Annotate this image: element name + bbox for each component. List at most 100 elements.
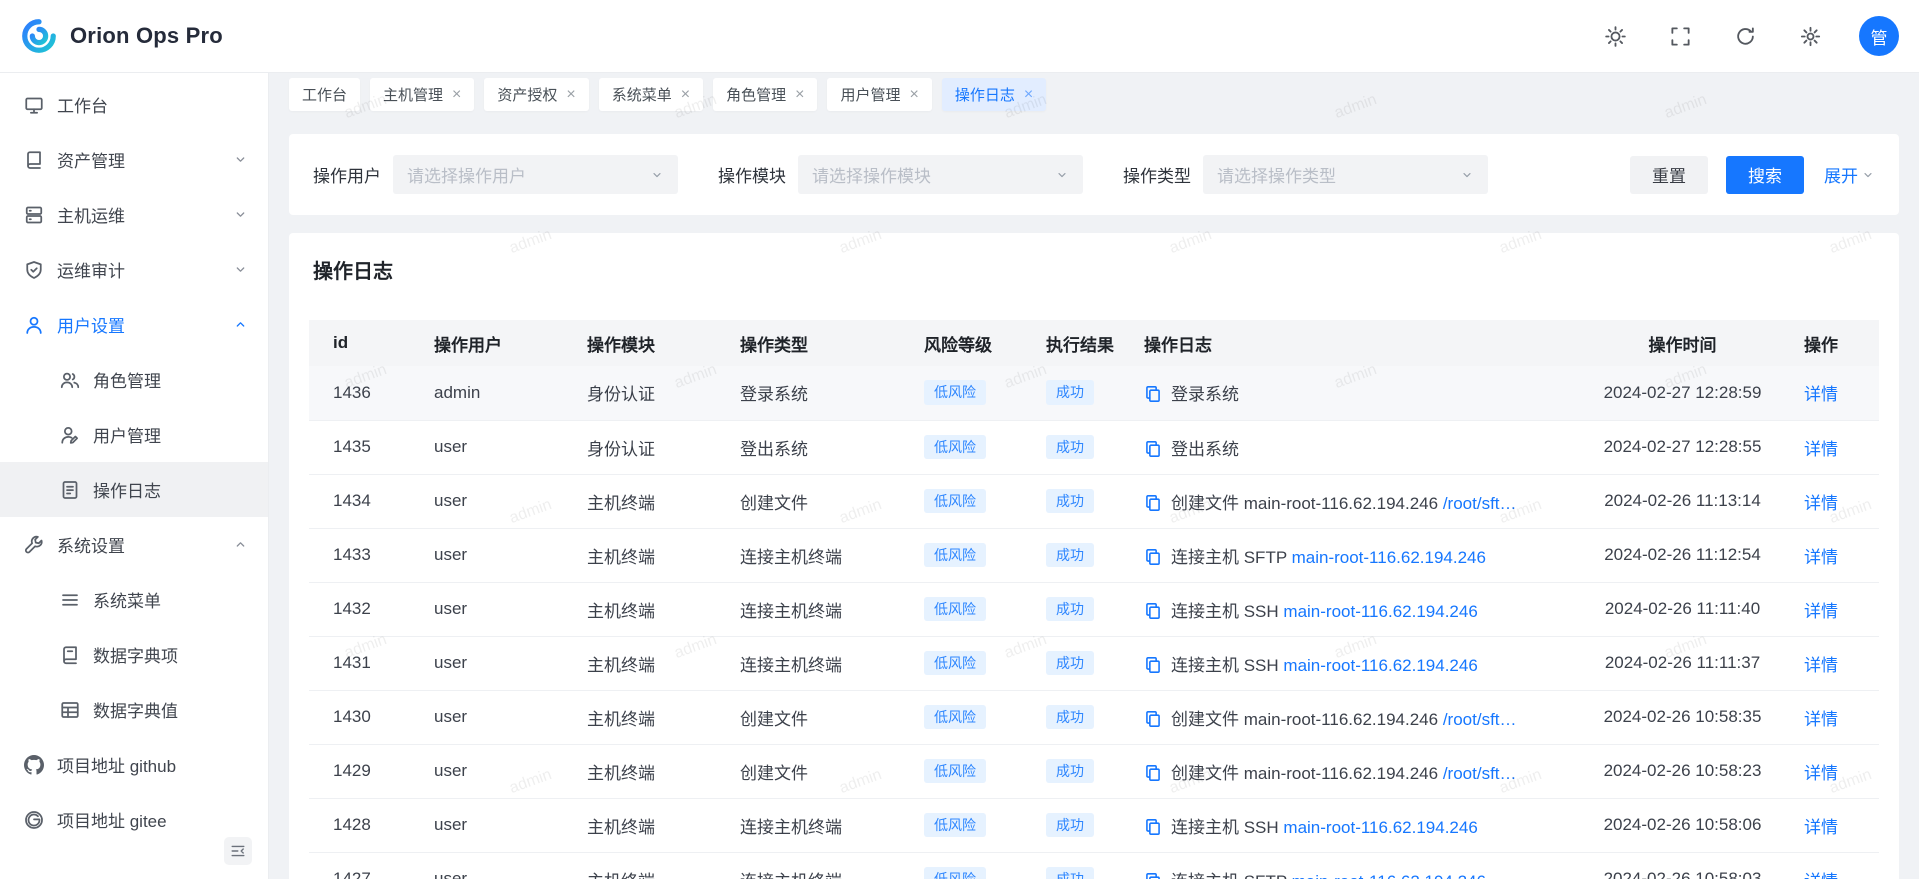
sidebar-item[interactable]: 资产管理 — [0, 132, 268, 187]
tab-label: 主机管理 — [383, 84, 443, 105]
sidebar-item-label: 资产管理 — [57, 147, 125, 172]
settings-button[interactable] — [1800, 26, 1821, 47]
cell-user: user — [422, 420, 575, 474]
tab-2[interactable]: 资产授权 × — [484, 78, 588, 111]
log-link[interactable]: main-root-116.62.194.246 — [1283, 602, 1477, 621]
log-link[interactable]: main-root-116.62.194.246 — [1283, 656, 1477, 675]
tab-4[interactable]: 角色管理× — [713, 78, 817, 111]
detail-link[interactable]: 详情 — [1804, 872, 1838, 879]
menu-icon — [60, 590, 80, 610]
detail-link[interactable]: 详情 — [1804, 710, 1838, 729]
shield-icon — [24, 260, 44, 280]
sidebar-item[interactable]: 工作台 — [0, 77, 268, 132]
sidebar-item-label: 系统菜单 — [93, 587, 161, 612]
risk-badge: 低风险 — [924, 651, 986, 676]
copy-icon — [1144, 548, 1162, 566]
filter-label-type: 操作类型 — [1123, 162, 1191, 187]
copy-icon — [1144, 710, 1162, 728]
table-row: 1436admin身份认证登录系统低风险成功登录系统2024-02-27 12:… — [309, 366, 1879, 420]
fullscreen-button[interactable] — [1670, 26, 1691, 47]
sidebar-item[interactable]: 角色管理 — [0, 352, 268, 407]
log-text: 连接主机 SSH — [1171, 656, 1283, 675]
cell-result: 成功 — [1034, 636, 1132, 690]
refresh-button[interactable] — [1735, 26, 1756, 47]
reset-button[interactable]: 重置 — [1630, 156, 1708, 194]
tab-5[interactable]: 用户管理 × — [827, 78, 931, 111]
sidebar-item[interactable]: 系统设置 — [0, 517, 268, 572]
result-badge: 成功 — [1046, 435, 1094, 460]
filter-select-user[interactable]: 请选择操作用户 — [393, 155, 678, 194]
cell-id: 1430 — [309, 690, 422, 744]
sidebar-item-label: 用户管理 — [93, 422, 161, 447]
tab-label: 用户管理 — [840, 84, 900, 105]
log-link[interactable]: /root/sft… — [1443, 494, 1517, 513]
sidebar-item[interactable]: 用户管理 — [0, 407, 268, 462]
filter-select-module[interactable]: 请选择操作模块 — [798, 155, 1083, 194]
sidebar-item[interactable]: 操作日志 — [0, 462, 268, 517]
sidebar-collapse-button[interactable] — [224, 837, 252, 865]
tab-6[interactable]: 操作日志× — [942, 78, 1046, 111]
cell-log: 创建文件 main-root-116.62.194.246 /root/sft… — [1132, 690, 1573, 744]
cell-result: 成功 — [1034, 744, 1132, 798]
detail-link[interactable]: 详情 — [1804, 764, 1838, 783]
chevron-up-icon — [233, 317, 248, 332]
sidebar-item[interactable]: 数据字典值 — [0, 682, 268, 737]
cell-result: 成功 — [1034, 690, 1132, 744]
fullscreen-icon — [1670, 26, 1691, 47]
log-link[interactable]: /root/sft… — [1443, 764, 1517, 783]
tab-close-icon[interactable]: × — [909, 87, 918, 103]
filter-select-type[interactable]: 请选择操作类型 — [1203, 155, 1488, 194]
app-logo-icon — [20, 17, 58, 55]
detail-link[interactable]: 详情 — [1804, 385, 1838, 404]
user-avatar[interactable]: 管 — [1859, 16, 1899, 56]
log-link[interactable]: main-root-116.62.194.246 — [1283, 818, 1477, 837]
tab-close-icon[interactable]: × — [795, 87, 804, 103]
tab-close-icon[interactable]: × — [1024, 87, 1033, 103]
risk-badge: 低风险 — [924, 489, 986, 514]
content-scroll[interactable]: 操作用户 请选择操作用户 操作模块 请选择操作模块 — [269, 116, 1919, 879]
log-link[interactable]: /root/sft… — [1443, 710, 1517, 729]
chevron-down-icon — [1055, 168, 1069, 182]
log-link[interactable]: main-root-116.62.194.246 — [1292, 872, 1486, 879]
detail-link[interactable]: 详情 — [1804, 818, 1838, 837]
detail-link[interactable]: 详情 — [1804, 548, 1838, 567]
cell-id: 1429 — [309, 744, 422, 798]
gitee-icon — [24, 810, 44, 830]
cell-type: 连接主机终端 — [728, 852, 912, 879]
cell-time: 2024-02-27 12:28:55 — [1573, 420, 1792, 474]
detail-link[interactable]: 详情 — [1804, 440, 1838, 459]
detail-link[interactable]: 详情 — [1804, 602, 1838, 621]
tab-label: 资产授权 — [497, 84, 557, 105]
copy-icon — [1144, 494, 1162, 512]
sidebar-item[interactable]: 系统菜单 — [0, 572, 268, 627]
log-panel: 操作日志 id操作用户操作模块操作类型风险等级执行结果操作日志操作时间操作 14… — [289, 233, 1899, 879]
gear-icon — [1800, 26, 1821, 47]
cell-module: 主机终端 — [575, 636, 728, 690]
filter-label-module: 操作模块 — [718, 162, 786, 187]
theme-toggle-button[interactable] — [1605, 26, 1626, 47]
sidebar-item[interactable]: 项目地址 github — [0, 737, 268, 792]
desktop-icon — [24, 205, 44, 225]
tab-label: 工作台 — [302, 84, 347, 105]
chevron-down-icon — [1460, 168, 1474, 182]
sidebar-menu: 工作台资产管理主机运维运维审计用户设置角色管理用户管理操作日志系统设置系统菜单数… — [0, 77, 268, 847]
tab-close-icon[interactable]: × — [452, 87, 461, 103]
sidebar-item[interactable]: 数据字典项 — [0, 627, 268, 682]
log-link[interactable]: main-root-116.62.194.246 — [1292, 548, 1486, 567]
expand-toggle[interactable]: 展开 — [1824, 162, 1875, 187]
cell-id: 1432 — [309, 582, 422, 636]
sidebar-item[interactable]: 主机运维 — [0, 187, 268, 242]
tab-0[interactable]: 工作台 — [289, 78, 360, 111]
cell-id: 1427 — [309, 852, 422, 879]
tab-close-icon[interactable]: × — [566, 87, 575, 103]
tab-3[interactable]: 系统菜单× — [599, 78, 703, 111]
detail-link[interactable]: 详情 — [1804, 656, 1838, 675]
sidebar-item[interactable]: 用户设置 — [0, 297, 268, 352]
tab-close-icon[interactable]: × — [681, 87, 690, 103]
detail-link[interactable]: 详情 — [1804, 494, 1838, 513]
sidebar-item[interactable]: 运维审计 — [0, 242, 268, 297]
github-icon — [24, 755, 44, 775]
tab-1[interactable]: 主机管理 × — [370, 78, 474, 111]
chevron-down-icon — [233, 152, 248, 167]
search-button[interactable]: 搜索 — [1726, 156, 1804, 194]
